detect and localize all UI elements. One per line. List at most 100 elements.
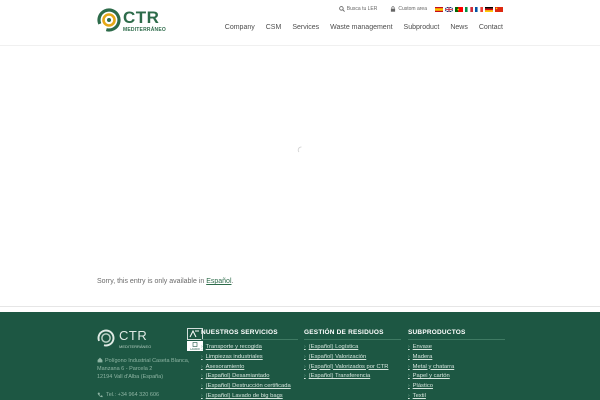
subproducto-label: Metal y chatarra bbox=[412, 363, 455, 370]
subproducto-link[interactable]: › Envase bbox=[408, 343, 505, 353]
servicio-label: (Español) Desamiantado bbox=[205, 373, 270, 380]
subproducto-label: Textil bbox=[412, 392, 426, 399]
servicio-link[interactable]: › (Español) Destrucción certificada bbox=[201, 382, 298, 392]
flag-spain-icon[interactable] bbox=[435, 6, 443, 12]
col-title-residuos: GESTIÓN DE RESIDUOS bbox=[304, 329, 401, 340]
phone-icon bbox=[97, 392, 103, 398]
search-ler-link[interactable]: Busca tu LER bbox=[338, 6, 378, 12]
footer-address: Polígono Industrial Caseta Blanca, Manza… bbox=[97, 357, 197, 381]
search-icon bbox=[338, 6, 345, 12]
client-area-link[interactable]: Custom area bbox=[390, 6, 427, 12]
chevron-right-icon: › bbox=[304, 363, 306, 370]
notice-period: . bbox=[231, 278, 234, 285]
subproducto-label: Papel y cartón bbox=[412, 373, 450, 380]
chevron-right-icon: › bbox=[201, 353, 203, 360]
servicio-label: (Español) Destrucción certificada bbox=[205, 383, 291, 390]
lock-icon bbox=[391, 6, 396, 12]
subproducto-link[interactable]: › Papel y cartón bbox=[408, 372, 505, 382]
subproducto-link[interactable]: › Metal y chatarra bbox=[408, 363, 505, 373]
chevron-right-icon: › bbox=[304, 373, 306, 380]
footer-col-subproductos: SUBPRODUCTOS › Envase › Madera › Metal y ch… bbox=[408, 329, 505, 400]
footer-logo-name: CTR bbox=[119, 328, 148, 343]
site-footer: CTR MEDITERRÁNEO Polígono Industrial Cas… bbox=[0, 312, 600, 400]
language-flags bbox=[435, 6, 503, 12]
logo-name: CTR bbox=[123, 8, 160, 27]
nav-company[interactable]: Company bbox=[225, 24, 255, 31]
language-notice: Sorry, this entry is only available in E… bbox=[97, 278, 233, 285]
subproducto-label: Plástico bbox=[412, 383, 433, 390]
subproducto-label: Madera bbox=[412, 353, 433, 360]
residuo-label: (Español) Logística bbox=[308, 344, 359, 350]
flag-uk-icon[interactable] bbox=[445, 6, 453, 12]
notice-spanish-link[interactable]: Español bbox=[206, 278, 231, 285]
col-title-servicios: NUESTROS SERVICIOS bbox=[201, 329, 298, 340]
flag-germany-icon[interactable] bbox=[485, 6, 493, 12]
site-logo[interactable]: CTR MEDITERRÁNEO bbox=[97, 8, 166, 34]
nav-contact[interactable]: Contact bbox=[479, 24, 503, 31]
flag-portugal-icon[interactable] bbox=[455, 6, 463, 12]
servicio-label: Asesoramiento bbox=[205, 363, 245, 370]
top-bar: Busca tu LER Custom area bbox=[338, 5, 503, 13]
notice-text: Sorry, this entry is only available in bbox=[97, 278, 205, 285]
servicio-label: (Español) Lavado de big bags bbox=[205, 392, 283, 399]
residuo-link[interactable]: › (Español) Transferencia bbox=[304, 372, 401, 382]
nav-services[interactable]: Services bbox=[292, 24, 319, 31]
chevron-right-icon: › bbox=[201, 383, 203, 390]
chevron-right-icon: › bbox=[408, 344, 410, 350]
header-divider bbox=[0, 45, 600, 46]
chevron-right-icon: › bbox=[201, 373, 203, 380]
chevron-right-icon: › bbox=[201, 363, 203, 370]
chevron-right-icon: › bbox=[304, 353, 306, 360]
residuo-label: (Español) Valorización bbox=[308, 353, 367, 360]
address-line-2: Manzana 6 - Parcela 2 bbox=[97, 366, 153, 372]
chevron-right-icon: › bbox=[408, 363, 410, 370]
loading-spinner-icon bbox=[297, 146, 302, 153]
subproducto-link[interactable]: › Plástico bbox=[408, 382, 505, 392]
col-title-subproductos: SUBPRODUCTOS bbox=[408, 329, 505, 340]
logo-subtitle: MEDITERRÁNEO bbox=[123, 27, 166, 33]
residuo-link[interactable]: › (Español) Valorizados por CTR bbox=[304, 363, 401, 373]
servicio-link[interactable]: › (Español) Lavado de big bags bbox=[201, 392, 298, 400]
search-ler-label: Busca tu LER bbox=[346, 6, 378, 12]
chevron-right-icon: › bbox=[304, 344, 306, 350]
servicio-link[interactable]: › Transporte y recogida bbox=[201, 343, 298, 353]
servicio-link[interactable]: › Limpiezas industriales bbox=[201, 353, 298, 363]
address-line-3: 12194 Vall d'Alba (España) bbox=[97, 374, 164, 380]
flag-france-icon[interactable] bbox=[475, 6, 483, 12]
nav-subproduct[interactable]: Subproduct bbox=[404, 24, 440, 31]
nav-csm[interactable]: CSM bbox=[266, 24, 282, 31]
nav-waste-management[interactable]: Waste management bbox=[330, 24, 392, 31]
footer-logo[interactable]: CTR MEDITERRÁNEO bbox=[97, 329, 157, 351]
content-divider bbox=[0, 306, 600, 307]
residuo-label: (Español) Transferencia bbox=[308, 373, 371, 380]
servicio-link[interactable]: › Asesoramiento bbox=[201, 363, 298, 373]
main-nav: Company CSM Services Waste management Su… bbox=[225, 24, 503, 31]
chevron-right-icon: › bbox=[201, 392, 203, 399]
residuo-link[interactable]: › (Español) Logística bbox=[304, 343, 401, 353]
chevron-right-icon: › bbox=[408, 392, 410, 399]
servicio-label: Transporte y recogida bbox=[205, 344, 262, 350]
phone-number: Tel.: +34 964 320 606 bbox=[106, 392, 160, 398]
subproducto-label: Envase bbox=[412, 344, 433, 350]
chevron-right-icon: › bbox=[408, 383, 410, 390]
logo-emblem-icon bbox=[97, 8, 121, 32]
footer-logo-emblem-icon bbox=[97, 329, 115, 347]
footer-phone[interactable]: Tel.: +34 964 320 606 bbox=[97, 392, 159, 398]
servicio-link[interactable]: › (Español) Desamiantado bbox=[201, 372, 298, 382]
big-bag-icon bbox=[192, 342, 198, 347]
footer-logo-subtitle: MEDITERRÁNEO bbox=[119, 344, 152, 349]
address-line-1: Polígono Industrial Caseta Blanca, bbox=[105, 358, 190, 364]
client-area-label: Custom area bbox=[398, 6, 427, 12]
subproducto-link[interactable]: › Textil bbox=[408, 392, 505, 400]
chevron-right-icon: › bbox=[408, 373, 410, 380]
servicio-label: Limpiezas industriales bbox=[205, 353, 263, 360]
residuo-label: (Español) Valorizados por CTR bbox=[308, 363, 389, 370]
footer-col-residuos: GESTIÓN DE RESIDUOS › (Español) Logística… bbox=[304, 329, 401, 382]
chevron-right-icon: › bbox=[408, 353, 410, 360]
flag-china-icon[interactable] bbox=[495, 6, 503, 12]
residuo-link[interactable]: › (Español) Valorización bbox=[304, 353, 401, 363]
subproducto-link[interactable]: › Madera bbox=[408, 353, 505, 363]
flag-italy-icon[interactable] bbox=[465, 6, 473, 12]
nav-news[interactable]: News bbox=[450, 24, 468, 31]
footer-col-servicios: NUESTROS SERVICIOS › Transporte y recogid… bbox=[201, 329, 298, 400]
